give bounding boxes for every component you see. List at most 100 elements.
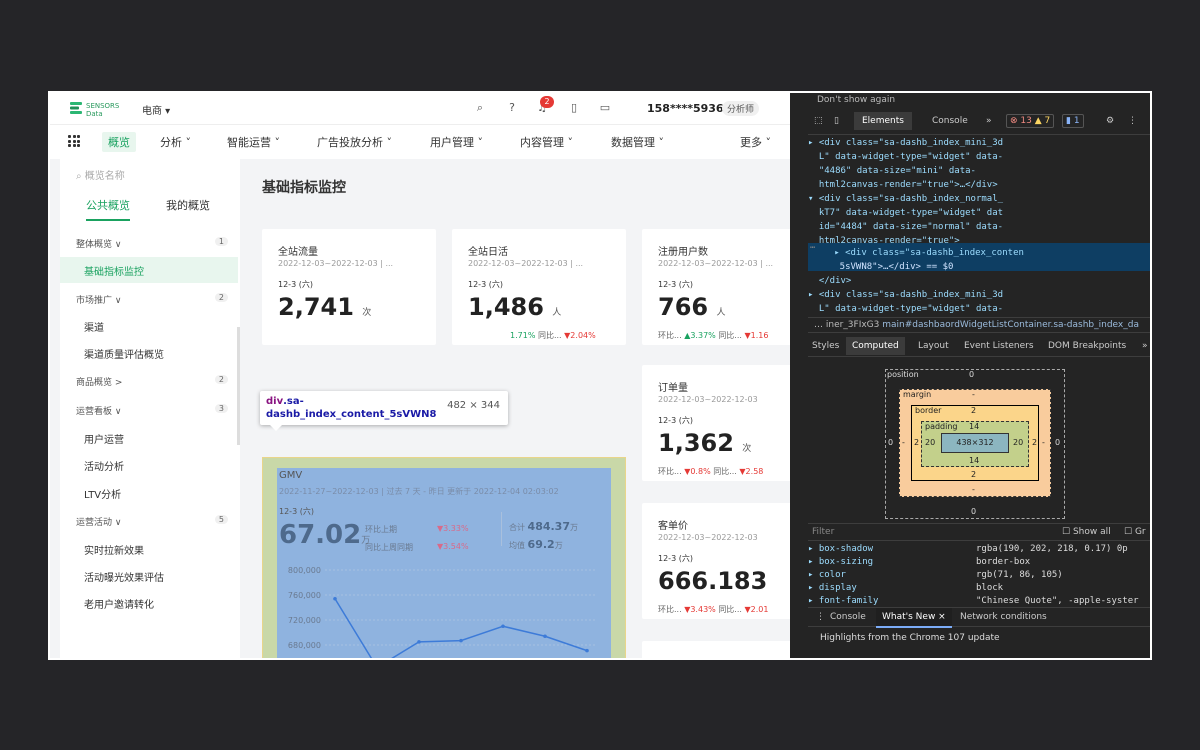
tab-event-listeners[interactable]: Event Listeners (964, 341, 1034, 351)
main-content: 基础指标监控 全站流量 2022-12-03~2022-12-03 | ... … (240, 159, 790, 658)
dom-node-line[interactable]: L" data-widget-type="widget" data- (808, 151, 1150, 164)
computed-property-row[interactable]: ▸ box-sizing border-box (808, 556, 1150, 569)
nav-overview[interactable]: 概览 (102, 132, 136, 152)
metric-card[interactable]: 客单价 2022-12-03~2022-12-03 12-3 (六) 666.1… (642, 503, 790, 619)
dom-node-line[interactable]: ▸ <div class="sa-dashb_index_conten (818, 247, 1150, 260)
tab-console[interactable]: Console (932, 116, 968, 126)
sidebar-search[interactable]: ⌕ 概览名称 (76, 167, 125, 182)
tab-computed[interactable]: Computed (846, 337, 905, 355)
dom-node-line[interactable]: </div> (808, 275, 1150, 288)
data-point[interactable] (543, 634, 547, 639)
dom-node-line[interactable]: html2canvas-render="true">…</div> (808, 179, 1150, 192)
tab-styles[interactable]: Styles (812, 341, 839, 351)
tab-my-overview[interactable]: 我的概览 (166, 197, 210, 213)
drawer-tab-console[interactable]: Console (830, 612, 866, 622)
device-toggle-icon[interactable]: ▯ (834, 116, 839, 126)
sidebar-group[interactable]: 商品概览 > (76, 375, 122, 388)
settings-gear-icon[interactable]: ⚙ (1106, 116, 1114, 126)
compare-down: ▼1.16 (744, 331, 769, 340)
app-grid-icon[interactable] (68, 135, 80, 147)
metric-card[interactable]: 全站日活 2022-12-03~2022-12-03 | ... 12-3 (六… (452, 229, 626, 345)
sidebar-group[interactable]: 运营看板 ∨ (76, 404, 121, 417)
computed-property-row[interactable]: ▸ color rgb(71, 86, 105) (808, 569, 1150, 582)
messages-counter[interactable]: ▮ 1 (1062, 114, 1084, 128)
sidebar-item[interactable]: 活动曝光效果评估 (84, 569, 164, 584)
nav-smart-ops[interactable]: 智能运营 ˅ (227, 134, 280, 150)
dom-node-line[interactable]: ▸ <div class="sa-dashb_index_mini_3d (808, 137, 1150, 150)
dom-node-line[interactable]: ▾ <div class="sa-dashb_index_normal_ (808, 193, 1150, 206)
tab-public-overview[interactable]: 公共概览 (86, 197, 130, 221)
dom-breadcrumb[interactable]: … iner_3FIxG3 main#dashbaordWidgetListCo… (808, 317, 1150, 333)
drawer-tab-network-conditions[interactable]: Network conditions (960, 612, 1047, 622)
data-point[interactable] (333, 596, 337, 601)
value-number: 2,741 (278, 293, 354, 321)
sidebar-item[interactable]: 活动分析 (84, 458, 124, 473)
card-title: 订单量 (658, 383, 688, 394)
dom-node-line[interactable]: 5sVWN8">…</div> == $0 (818, 261, 1150, 274)
dont-show-again[interactable]: Don't show again (817, 95, 895, 105)
nav-data-mgmt[interactable]: 数据管理 ˅ (611, 134, 664, 150)
account-phone[interactable]: 158****5936 ▾ (647, 102, 733, 115)
dom-node-line[interactable]: id="4484" data-size="normal" data- (808, 221, 1150, 234)
checkbox-icon: ☐ (1062, 527, 1073, 537)
nav-ad-analysis[interactable]: 广告投放分析 ˅ (317, 134, 392, 150)
sidebar-item[interactable]: 用户运营 (84, 431, 124, 446)
inspect-tooltip: div.sa-dashb_index_content_5sVWN8 482 × … (260, 391, 508, 431)
gmv-line-chart[interactable]: 800,000760,000720,000680,000640,00011-27… (277, 564, 611, 658)
more-tabs[interactable]: » (986, 116, 992, 126)
project-selector[interactable]: 电商 ▾ (142, 102, 170, 117)
sidebar-item[interactable]: 渠道质量评估概览 (84, 346, 164, 361)
computed-property-row[interactable]: ▸ box-shadow rgba(190, 202, 218, 0.17) 0p (808, 543, 1150, 556)
kebab-menu-icon[interactable]: ⋮ (1128, 116, 1137, 126)
dom-node-line[interactable]: L" data-widget-type="widget" data- (808, 303, 1150, 316)
help-icon[interactable]: ? (505, 101, 519, 115)
sidebar-item[interactable]: 渠道 (84, 319, 104, 334)
metric-card[interactable]: 注册用户数 2022-12-03~2022-12-03 | ... 12-3 (… (642, 229, 790, 345)
drawer-tab-whats-new[interactable]: What's New × (876, 608, 952, 628)
dom-node-line[interactable]: kT7" data-widget-type="widget" dat (808, 207, 1150, 220)
show-all-checkbox[interactable]: ☐ Show all (1062, 527, 1111, 537)
tab-elements[interactable]: Elements (854, 112, 912, 130)
monitor-icon[interactable]: ▭ (598, 101, 612, 115)
sidebar-group[interactable]: 整体概览 ∨ (76, 237, 121, 250)
data-point[interactable] (459, 638, 463, 643)
computed-properties[interactable]: ▸ box-shadow rgba(190, 202, 218, 0.17) 0p… (808, 543, 1150, 608)
metric-card[interactable]: 全站流量 2022-12-03~2022-12-03 | ... 12-3 (六… (262, 229, 436, 345)
computed-property-row[interactable]: ▸ display block (808, 582, 1150, 595)
more-style-tabs[interactable]: » (1142, 341, 1148, 351)
data-point[interactable] (417, 640, 421, 644)
card-date: 2022-12-03~2022-12-03 | ... (278, 259, 394, 268)
computed-filter[interactable]: Filter ☐ Show all ☐ Gr (808, 523, 1150, 541)
search-icon[interactable]: ⌕ (473, 101, 487, 115)
breadcrumb-b[interactable]: main#dashbaordWidgetListContainer.sa-das… (882, 320, 1139, 330)
dom-node-line[interactable]: ▸ <div class="sa-dashb_index_mini_3d (808, 289, 1150, 302)
drawer-menu-icon[interactable]: ⋮ (816, 612, 825, 622)
breadcrumb-a[interactable]: … iner_3FIxG3 (814, 320, 879, 330)
sidebar-item[interactable]: 实时拉新效果 (84, 542, 144, 557)
gmv-card-highlight[interactable]: GMV 2022-11-27~2022-12-03 | 过去 7 天 - 昨日 … (262, 457, 626, 658)
issues-counter[interactable]: ⊗ 13 ▲ 7 (1006, 114, 1055, 128)
data-point[interactable] (585, 648, 589, 653)
sidebar-item[interactable]: LTV分析 (84, 486, 121, 501)
box-model-diagram[interactable]: position 0 margin - border 2 padding 14 … (885, 369, 1065, 519)
inspect-icon[interactable]: ⬚ (814, 116, 823, 126)
mobile-icon[interactable]: ▯ (567, 101, 581, 115)
sidebar-item-active[interactable]: 基础指标监控 (60, 257, 238, 283)
sidebar-group[interactable]: 市场推广 ∨ (76, 293, 121, 306)
nav-analysis[interactable]: 分析 ˅ (160, 134, 191, 150)
group-checkbox[interactable]: ☐ Gr (1124, 527, 1146, 537)
metric-card[interactable] (642, 641, 790, 658)
tab-dom-breakpoints[interactable]: DOM Breakpoints (1048, 341, 1126, 351)
sensors-app: SENSORS Data 电商 ▾ ⌕ ? ♫ 2 ▯ ▭ 158****5936… (50, 93, 790, 658)
sidebar-item[interactable]: 老用户邀请转化 (84, 596, 154, 611)
metric-card[interactable]: 订单量 2022-12-03~2022-12-03 12-3 (六) 1,362… (642, 365, 790, 481)
nav-more[interactable]: 更多 ˅ (740, 134, 771, 150)
data-point[interactable] (501, 624, 505, 629)
nav-user-mgmt[interactable]: 用户管理 ˅ (430, 134, 483, 150)
gmv-card-content: GMV 2022-11-27~2022-12-03 | 过去 7 天 - 昨日 … (277, 468, 611, 658)
dom-node-line[interactable]: "4486" data-size="mini" data- (808, 165, 1150, 178)
nav-content-mgmt[interactable]: 内容管理 ˅ (520, 134, 573, 150)
bm-padding-bottom: 14 (969, 456, 980, 465)
sidebar-group[interactable]: 运营活动 ∨ (76, 515, 121, 528)
tab-layout[interactable]: Layout (918, 341, 949, 351)
